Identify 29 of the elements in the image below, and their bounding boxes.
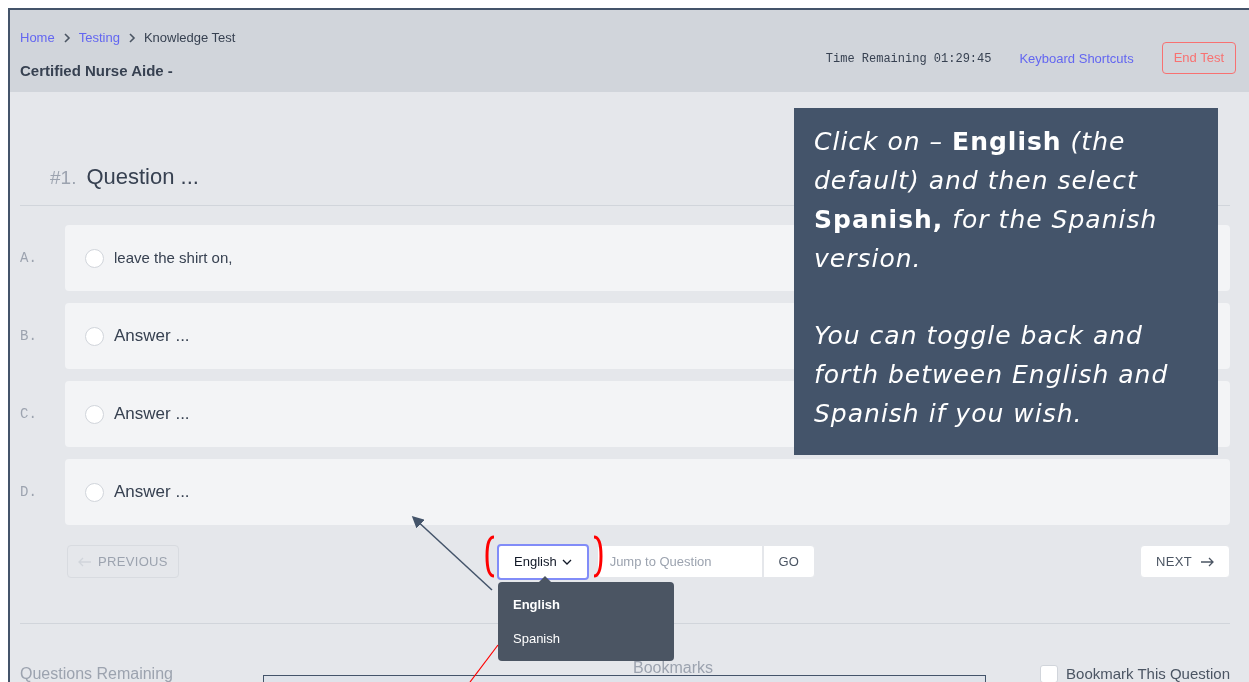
answer-option[interactable]: Answer ... xyxy=(65,459,1230,525)
question-number: #1. xyxy=(50,166,77,190)
next-button[interactable]: NEXT xyxy=(1140,545,1230,578)
leader-line xyxy=(469,644,499,682)
go-button[interactable]: GO xyxy=(762,545,815,578)
questions-remaining-label: Questions Remaining xyxy=(20,664,173,682)
language-option[interactable]: English xyxy=(498,588,674,622)
radio-button[interactable] xyxy=(85,326,104,346)
radio-button[interactable] xyxy=(85,482,104,502)
answer-letter: C. xyxy=(20,404,38,424)
chevron-icon xyxy=(127,32,136,43)
bookmark-checkbox-label: Bookmark This Question xyxy=(1066,663,1230,682)
exam-title: Certified Nurse Aide - xyxy=(20,60,174,81)
arrow-right-icon xyxy=(1200,556,1214,567)
bookmark-checkbox[interactable] xyxy=(1040,665,1059,682)
question-text: Question ... xyxy=(86,163,199,191)
language-select[interactable]: English xyxy=(497,543,589,580)
jump-to-question-field[interactable]: Jump to Question xyxy=(596,545,763,578)
time-remaining: Time Remaining 01:29:45 xyxy=(825,50,992,68)
answer-letter: A. xyxy=(20,248,38,268)
radio-button[interactable] xyxy=(85,404,104,424)
breadcrumb-current: Knowledge Test xyxy=(143,29,236,47)
answer-letter: B. xyxy=(20,326,38,346)
radio-button[interactable] xyxy=(85,248,104,268)
bookmarks-heading: Bookmarks xyxy=(633,658,714,678)
language-option[interactable]: Spanish xyxy=(498,621,674,655)
chevron-down-icon xyxy=(561,558,572,565)
chevron-icon xyxy=(62,32,71,43)
answer-letter: D. xyxy=(20,482,38,502)
